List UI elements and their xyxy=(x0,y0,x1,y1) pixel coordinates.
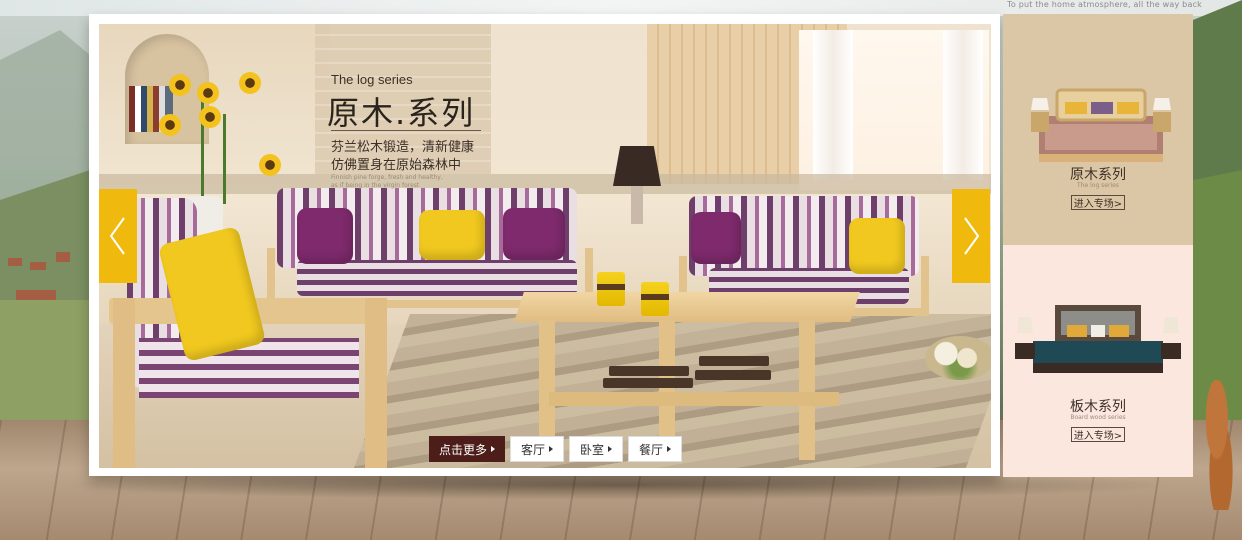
caret-right-icon xyxy=(667,446,672,452)
sunflower xyxy=(169,74,191,96)
board-series-subtitle: Board wood series xyxy=(1070,414,1126,421)
coffee-table-shelf xyxy=(549,392,839,406)
flower-bouquet xyxy=(925,336,991,380)
dining-room-button-label: 餐厅 xyxy=(639,442,664,457)
table-lamp-base xyxy=(631,186,643,224)
title-divider xyxy=(331,130,481,131)
pillow xyxy=(849,218,905,274)
sunflower xyxy=(259,154,281,176)
pillow xyxy=(503,208,565,260)
bedroom-button[interactable]: 卧室 xyxy=(569,436,624,462)
sunflower xyxy=(197,82,219,104)
armchair xyxy=(99,198,389,468)
banner-description-line1: 芬兰松木锻造，清新健康 xyxy=(331,140,475,155)
living-room-button-label: 客厅 xyxy=(521,442,546,457)
chevron-left-icon xyxy=(109,217,125,255)
more-button[interactable]: 点击更多 xyxy=(429,436,506,462)
main-banner[interactable]: The log series 原木.系列 芬兰松木锻造，清新健康 仿佛置身在原始… xyxy=(89,14,1000,476)
armchair-leg xyxy=(113,298,135,468)
book-stack xyxy=(603,378,693,388)
book-stack xyxy=(699,356,769,366)
log-series-subtitle: The log series xyxy=(1077,182,1119,189)
armchair-leg xyxy=(365,298,387,468)
curtain-right xyxy=(943,30,983,180)
banner-tiny-text: Finnish pine forge, fresh and healthy, a… xyxy=(331,174,443,189)
armchair-seat xyxy=(139,338,359,398)
sunflower xyxy=(239,72,261,94)
dining-room-button[interactable]: 餐厅 xyxy=(628,436,683,462)
book-stack xyxy=(695,370,771,380)
banner-description-line2: 仿佛置身在原始森林中 xyxy=(331,158,462,173)
bedroom-button-label: 卧室 xyxy=(580,442,605,457)
top-tagline: To put the home atmosphere, all the way … xyxy=(1007,0,1202,9)
banner-en-title: The log series xyxy=(331,72,413,87)
sunflower xyxy=(199,106,221,128)
next-slide-button[interactable] xyxy=(952,189,990,283)
banner-cn-title: 原木.系列 xyxy=(327,94,476,132)
board-series-enter-button[interactable]: 进入专场> xyxy=(1071,427,1125,442)
prev-slide-button[interactable] xyxy=(99,189,137,283)
more-button-label: 点击更多 xyxy=(439,442,488,457)
pillow xyxy=(691,212,741,264)
flower-stem xyxy=(223,114,226,204)
board-series-title: 板木系列 xyxy=(1070,399,1126,415)
chevron-right-icon xyxy=(964,217,980,255)
board-series-panel[interactable]: 板木系列 Board wood series 进入专场> xyxy=(1003,245,1193,477)
book-stack xyxy=(609,366,689,376)
category-button-row: 点击更多 客厅 卧室 餐厅 xyxy=(429,436,683,462)
squirrel-image xyxy=(1200,380,1242,510)
coffee-table-top xyxy=(514,292,860,322)
log-series-enter-button[interactable]: 进入专场> xyxy=(1071,195,1125,210)
caret-right-icon xyxy=(491,446,496,452)
living-room-button[interactable]: 客厅 xyxy=(510,436,565,462)
log-bed-image xyxy=(1031,88,1171,162)
living-room-scene: The log series 原木.系列 芬兰松木锻造，清新健康 仿佛置身在原始… xyxy=(99,24,991,468)
yellow-candle xyxy=(597,272,625,306)
coffee-table-leg xyxy=(799,320,815,460)
table-lamp-shade xyxy=(613,146,661,186)
yellow-candle xyxy=(641,282,669,316)
pillow xyxy=(419,210,485,260)
caret-right-icon xyxy=(608,446,613,452)
curtain-left xyxy=(813,30,853,180)
caret-right-icon xyxy=(549,446,554,452)
board-bed-image xyxy=(1015,305,1181,373)
sunflower xyxy=(159,114,181,136)
log-series-panel[interactable]: 原木系列 The log series 进入专场> xyxy=(1003,14,1193,245)
log-series-title: 原木系列 xyxy=(1070,167,1126,183)
